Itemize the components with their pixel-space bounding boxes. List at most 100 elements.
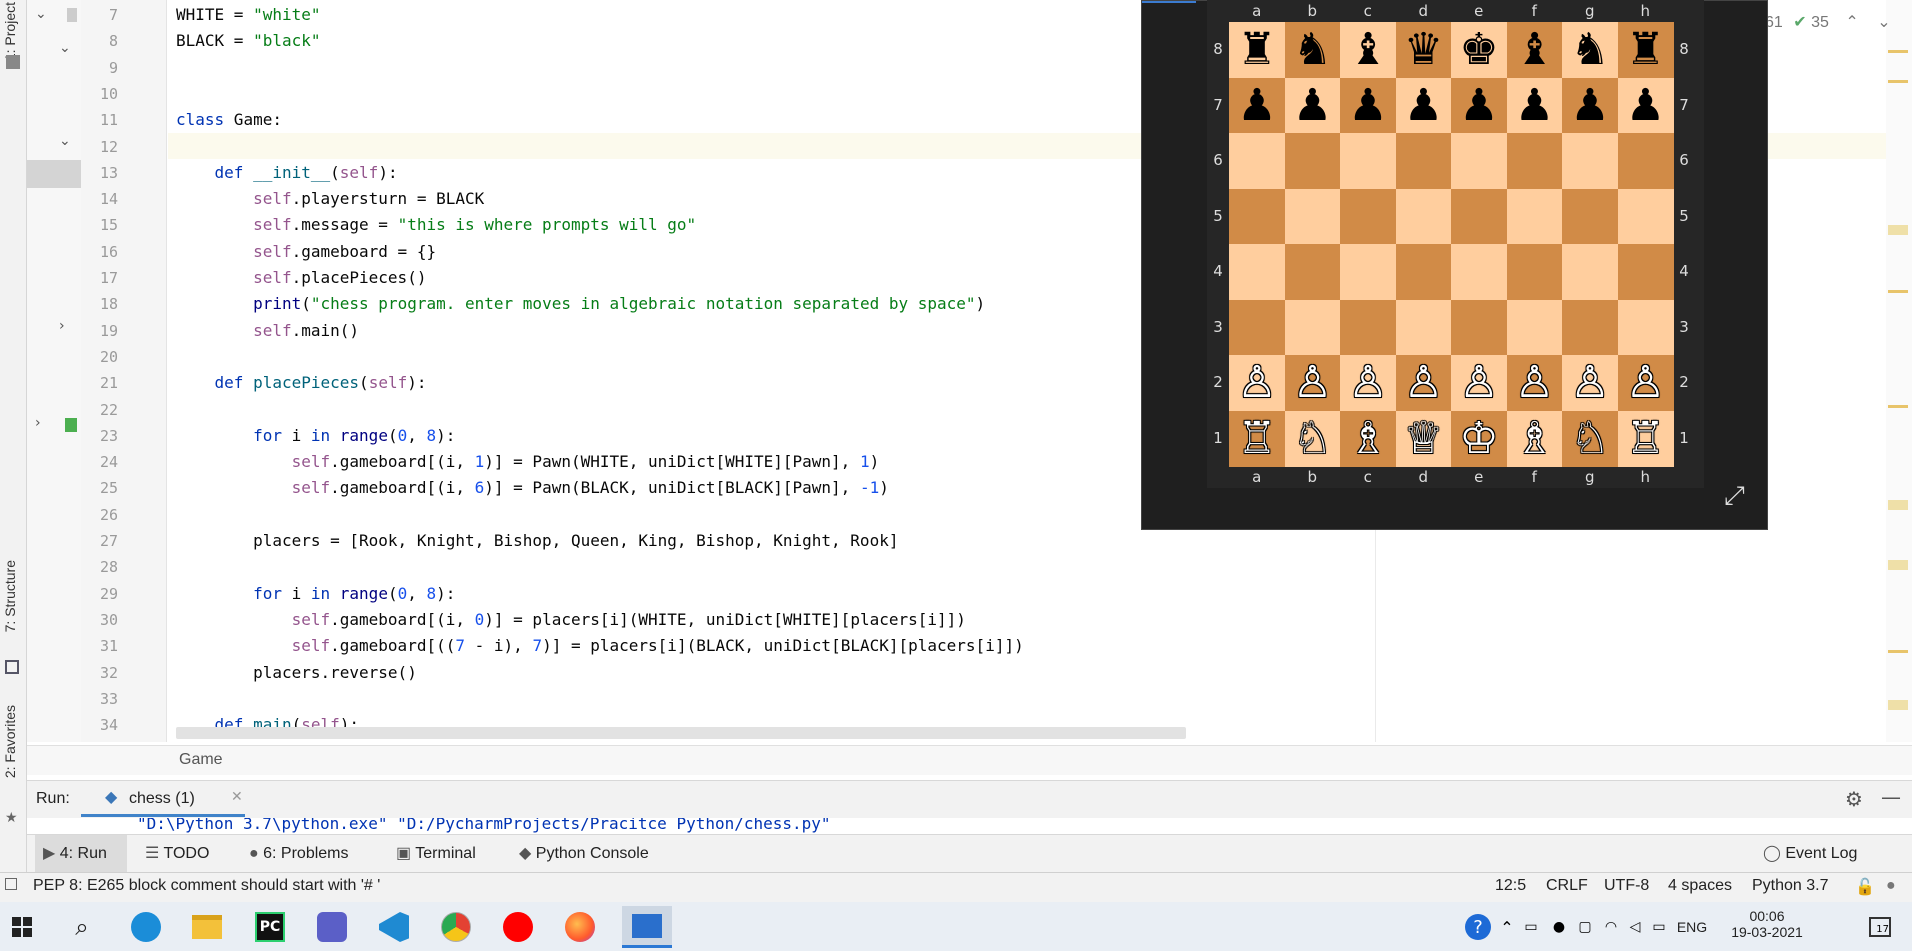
warning-marker[interactable] <box>1888 700 1908 710</box>
warning-marker[interactable] <box>1888 290 1908 293</box>
line-separator[interactable]: CRLF <box>1546 877 1588 895</box>
chevron-down-icon[interactable]: ⌄ <box>35 6 47 22</box>
teams-icon[interactable] <box>312 908 352 946</box>
run-config-tab[interactable]: chess (1) ◆ ✕ <box>81 781 245 817</box>
chess-piece: ♞ <box>1292 24 1333 75</box>
interpreter[interactable]: Python 3.7 <box>1752 877 1829 895</box>
code-line[interactable]: self.gameboard[(i, 1)] = Pawn(WHITE, uni… <box>176 449 880 475</box>
chevron-up-icon[interactable]: ⌃ <box>1496 908 1518 946</box>
status-message[interactable]: PEP 8: E265 block comment should start w… <box>33 877 380 895</box>
chess-piece: ♔ <box>1459 412 1499 464</box>
clock[interactable]: 00:06 19-03-2021 <box>1722 908 1812 940</box>
file-explorer-icon[interactable] <box>187 908 227 946</box>
gear-icon[interactable]: ⚙ <box>1845 787 1863 811</box>
file-label: g <box>1584 2 1595 20</box>
warning-marker[interactable] <box>1888 225 1908 235</box>
code-line[interactable]: self.message = "this is where prompts wi… <box>176 212 696 238</box>
edge-icon[interactable] <box>126 908 166 946</box>
breadcrumb[interactable]: Game <box>179 751 223 769</box>
warning-marker[interactable] <box>1888 405 1908 408</box>
warning-marker[interactable] <box>1888 50 1908 53</box>
input-language[interactable]: ENG <box>1674 908 1710 946</box>
code-line[interactable]: self.playersturn = BLACK <box>176 186 484 212</box>
warning-marker[interactable] <box>1888 650 1908 653</box>
warning-marker[interactable] <box>1888 80 1908 83</box>
code-line[interactable]: self.gameboard[((7 - i), 7)] = placers[i… <box>176 633 1024 659</box>
device-icon[interactable]: ▢ <box>1574 908 1596 946</box>
expand-icon[interactable]: › <box>59 318 65 334</box>
favorites-tool-tab[interactable]: 2: Favorites <box>2 705 18 778</box>
event-log-tab[interactable]: ◯ Event Log <box>1763 835 1857 873</box>
minimize-icon[interactable]: — <box>1881 785 1901 809</box>
microphone-icon[interactable]: ● <box>1548 908 1570 946</box>
code-line[interactable]: self.gameboard[(i, 0)] = placers[i](WHIT… <box>176 607 966 633</box>
todo-tab[interactable]: ☰ TODO <box>145 835 209 873</box>
code-line[interactable]: for i in range(0, 8): <box>176 423 455 449</box>
pycharm-icon[interactable]: PC <box>250 908 290 946</box>
inspector-icon[interactable]: ● <box>1886 877 1896 895</box>
inspection-widget[interactable]: 61 ✔ 35 ⌃ ⌄ <box>1765 12 1891 32</box>
chess-piece: ♟ <box>1570 79 1610 131</box>
python-console-tab[interactable]: ◆ Python Console <box>519 835 649 873</box>
volume-icon[interactable]: ◁ <box>1624 908 1646 946</box>
vscode-icon[interactable] <box>374 908 414 946</box>
rank-label: 6 <box>1213 151 1223 169</box>
search-icon[interactable]: ⌕ <box>62 908 102 946</box>
horizontal-scrollbar[interactable] <box>176 727 1186 739</box>
code-line[interactable]: for i in range(0, 8): <box>176 581 455 607</box>
code-line[interactable]: self.gameboard = {} <box>176 239 436 265</box>
structure-tool-tab[interactable]: 7: Structure <box>2 560 18 632</box>
terminal-tab[interactable]: ▣ Terminal <box>396 835 476 873</box>
file-label: d <box>1418 468 1429 486</box>
toggle-tool-windows-icon[interactable] <box>5 878 17 890</box>
chrome-icon[interactable] <box>436 908 476 946</box>
chevron-right-icon[interactable]: › <box>35 415 41 431</box>
notification-center-icon[interactable]: 17 <box>1862 908 1898 946</box>
firefox-icon[interactable] <box>560 908 600 946</box>
chevron-down-icon[interactable]: ⌄ <box>1877 14 1890 31</box>
wifi-icon[interactable]: ◠ <box>1600 908 1622 946</box>
error-stripe[interactable] <box>1886 0 1912 742</box>
chevron-up-icon[interactable]: ⌃ <box>1845 14 1858 31</box>
collapse-icon[interactable]: ⌄ <box>59 133 71 149</box>
line-number: 31 <box>99 637 118 656</box>
youtube-music-icon[interactable] <box>498 908 538 946</box>
project-tool-tab[interactable]: 1: Project <box>2 2 18 61</box>
collapse-icon[interactable]: ⌄ <box>59 40 71 56</box>
help-icon[interactable]: ? <box>1462 908 1494 946</box>
close-icon[interactable]: ✕ <box>231 789 243 805</box>
windows-start-icon[interactable] <box>2 908 42 946</box>
problems-tab[interactable]: ● 6: Problems <box>249 835 349 873</box>
meet-now-icon[interactable]: ▭ <box>1520 908 1542 946</box>
code-line[interactable]: placers.reverse() <box>176 660 417 686</box>
caret-position[interactable]: 12:5 <box>1495 877 1526 895</box>
code-line[interactable]: self.placePieces() <box>176 265 426 291</box>
chess-piece: ♞ <box>1570 24 1610 75</box>
photos-app-icon[interactable] <box>622 906 672 948</box>
code-line[interactable]: placers = [Rook, Knight, Bishop, Queen, … <box>176 528 898 554</box>
code-line[interactable]: self.gameboard[(i, 6)] = Pawn(BLACK, uni… <box>176 475 889 501</box>
code-line[interactable]: print("chess program. enter moves in alg… <box>176 291 985 317</box>
file-encoding[interactable]: UTF-8 <box>1604 877 1649 895</box>
indent-setting[interactable]: 4 spaces <box>1668 877 1732 895</box>
clock-date: 19-03-2021 <box>1731 924 1803 940</box>
code-line[interactable]: self.main() <box>176 318 359 344</box>
chess-piece: ♟ <box>1625 79 1666 131</box>
battery-icon[interactable]: ▭ <box>1648 908 1670 946</box>
code-line[interactable]: BLACK = "black" <box>176 28 321 54</box>
code-line[interactable]: class Game: <box>176 107 282 133</box>
file-icon <box>67 8 77 22</box>
rank-label: 7 <box>1213 95 1223 114</box>
run-console[interactable]: "D:\Python 3.7\python.exe" "D:/PycharmPr… <box>27 818 1912 834</box>
code-line[interactable]: WHITE = "white" <box>176 2 321 28</box>
code-line[interactable]: def __init__(self): <box>176 160 398 186</box>
warning-marker[interactable] <box>1888 500 1908 510</box>
expand-icon[interactable]: ⤢ <box>1724 481 1745 512</box>
code-line[interactable]: def placePieces(self): <box>176 370 427 396</box>
run-tab[interactable]: ▶ 4: Run <box>35 835 127 873</box>
warning-marker[interactable] <box>1888 560 1908 570</box>
chess-piece: ♟ <box>1292 79 1333 131</box>
lock-icon[interactable]: 🔓 <box>1855 877 1875 897</box>
board-square <box>1284 133 1341 189</box>
board-square <box>1284 244 1341 300</box>
